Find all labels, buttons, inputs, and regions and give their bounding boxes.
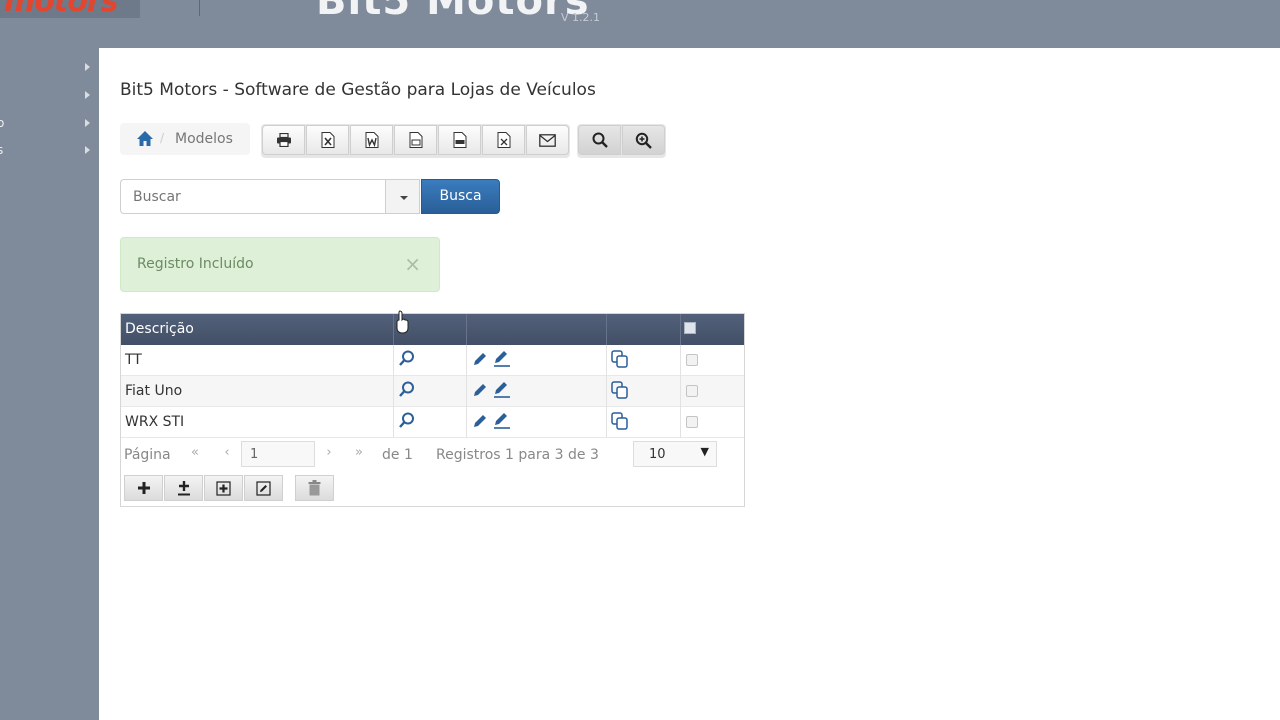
page-label: Página bbox=[124, 447, 171, 463]
add-inline-button[interactable] bbox=[164, 475, 203, 501]
search-toggle-button[interactable] bbox=[578, 125, 621, 155]
breadcrumb-current: Modelos bbox=[175, 131, 233, 147]
cell-descricao: Fiat Uno bbox=[125, 383, 183, 399]
search-toolbar bbox=[577, 124, 666, 158]
search-button[interactable]: Busca bbox=[421, 179, 500, 214]
row-checkbox[interactable] bbox=[686, 385, 698, 397]
records-summary: Registros 1 para 3 de 3 bbox=[436, 447, 599, 463]
logo-text: motors bbox=[4, 0, 118, 19]
row-checkbox[interactable] bbox=[686, 416, 698, 428]
export-excel-button[interactable] bbox=[306, 125, 349, 155]
edit-button[interactable] bbox=[244, 475, 283, 501]
first-page-button[interactable]: « bbox=[181, 441, 209, 465]
table-row: TT bbox=[121, 345, 744, 376]
breadcrumb-separator: / bbox=[160, 131, 165, 145]
search-input[interactable] bbox=[120, 179, 385, 214]
printer-icon bbox=[276, 133, 291, 147]
excel-icon bbox=[321, 132, 334, 148]
copy-icon[interactable] bbox=[611, 412, 629, 430]
mouse-cursor-icon bbox=[396, 310, 409, 334]
sidebar-item-label: o bbox=[0, 116, 5, 130]
prev-page-button[interactable]: ‹ bbox=[213, 441, 241, 465]
pdf-icon bbox=[453, 132, 466, 148]
success-alert: Registro Incluído × bbox=[120, 237, 440, 292]
email-icon bbox=[539, 133, 556, 147]
row-checkbox[interactable] bbox=[686, 354, 698, 366]
print-button[interactable] bbox=[262, 125, 305, 155]
xml-icon bbox=[497, 132, 510, 148]
export-csv-button[interactable] bbox=[394, 125, 437, 155]
csv-icon bbox=[409, 132, 422, 148]
next-page-button[interactable]: › bbox=[315, 441, 343, 465]
add-button[interactable] bbox=[124, 475, 163, 501]
chevron-right-icon bbox=[85, 91, 90, 99]
export-pdf-button[interactable] bbox=[438, 125, 481, 155]
email-button[interactable] bbox=[526, 125, 569, 155]
column-header-edit bbox=[467, 314, 607, 345]
plus-icon bbox=[137, 482, 150, 494]
page-size-select[interactable]: 10 ▼ bbox=[633, 441, 717, 467]
chevron-right-icon bbox=[85, 63, 90, 71]
caret-down-icon: ▼ bbox=[700, 445, 709, 458]
cell-descricao: WRX STI bbox=[125, 414, 185, 430]
breadcrumb: / Modelos bbox=[120, 123, 250, 155]
page-title: Bit5 Motors - Software de Gestão para Lo… bbox=[120, 80, 596, 100]
copy-icon[interactable] bbox=[611, 381, 629, 399]
table-row: Fiat Uno bbox=[121, 376, 744, 407]
edit-line-icon[interactable] bbox=[493, 381, 511, 398]
column-header-copy bbox=[607, 314, 681, 345]
word-icon bbox=[365, 132, 378, 148]
pencil-icon[interactable] bbox=[472, 413, 488, 429]
delete-button[interactable] bbox=[295, 475, 334, 501]
cell-descricao: TT bbox=[125, 352, 142, 368]
pencil-icon[interactable] bbox=[472, 382, 488, 398]
insert-button[interactable] bbox=[204, 475, 243, 501]
advanced-search-button[interactable] bbox=[622, 125, 665, 155]
export-toolbar bbox=[261, 124, 570, 158]
last-page-button[interactable]: » bbox=[345, 441, 373, 465]
sidebar-item-1[interactable] bbox=[0, 55, 99, 83]
page-number-input[interactable] bbox=[241, 441, 315, 467]
sidebar-item-label: s bbox=[0, 143, 4, 157]
zoom-in-icon bbox=[635, 132, 652, 149]
chevron-right-icon bbox=[85, 146, 90, 154]
add-row-icon bbox=[177, 481, 190, 496]
page-total: de 1 bbox=[382, 447, 413, 463]
data-grid: Descrição TT Fiat Uno WRX STI Página « ‹… bbox=[120, 313, 745, 507]
main-content: Bit5 Motors - Software de Gestão para Lo… bbox=[99, 48, 1280, 720]
logo[interactable]: motors bbox=[0, 0, 140, 19]
table-row: WRX STI bbox=[121, 407, 744, 438]
sidebar-item-2[interactable] bbox=[0, 83, 99, 111]
app-version: V 1.2.1 bbox=[561, 11, 601, 24]
magnifier-icon[interactable] bbox=[399, 350, 415, 367]
search-options-dropdown[interactable] bbox=[385, 179, 420, 214]
header-divider bbox=[199, 0, 200, 16]
sidebar-item-3[interactable]: o bbox=[0, 111, 99, 139]
export-xml-button[interactable] bbox=[482, 125, 525, 155]
magnifier-icon[interactable] bbox=[399, 412, 415, 429]
pencil-icon[interactable] bbox=[472, 351, 488, 367]
pager: Página « ‹ › » de 1 Registros 1 para 3 d… bbox=[121, 438, 744, 468]
trash-icon bbox=[308, 480, 321, 496]
select-all-checkbox[interactable] bbox=[684, 322, 696, 334]
search-icon bbox=[592, 132, 608, 148]
app-name: Bit5 Motors bbox=[316, 0, 590, 24]
sidebar-item-4[interactable]: s bbox=[0, 138, 99, 166]
edit-line-icon[interactable] bbox=[493, 412, 511, 429]
insert-icon bbox=[216, 480, 231, 496]
copy-icon[interactable] bbox=[611, 350, 629, 368]
column-header-descricao[interactable]: Descrição bbox=[121, 314, 394, 345]
export-word-button[interactable] bbox=[350, 125, 393, 155]
chevron-right-icon bbox=[85, 119, 90, 127]
magnifier-icon[interactable] bbox=[399, 381, 415, 398]
edit-icon bbox=[256, 480, 271, 496]
sidebar: o s bbox=[0, 48, 99, 720]
edit-line-icon[interactable] bbox=[493, 350, 511, 367]
home-icon[interactable] bbox=[136, 130, 154, 148]
top-header: motors Bit5 Motors V 1.2.1 bbox=[0, 0, 1280, 48]
close-icon[interactable]: × bbox=[404, 254, 421, 274]
grid-header: Descrição bbox=[121, 314, 744, 345]
page-size-value: 10 bbox=[649, 447, 666, 462]
alert-message: Registro Incluído bbox=[137, 256, 254, 272]
